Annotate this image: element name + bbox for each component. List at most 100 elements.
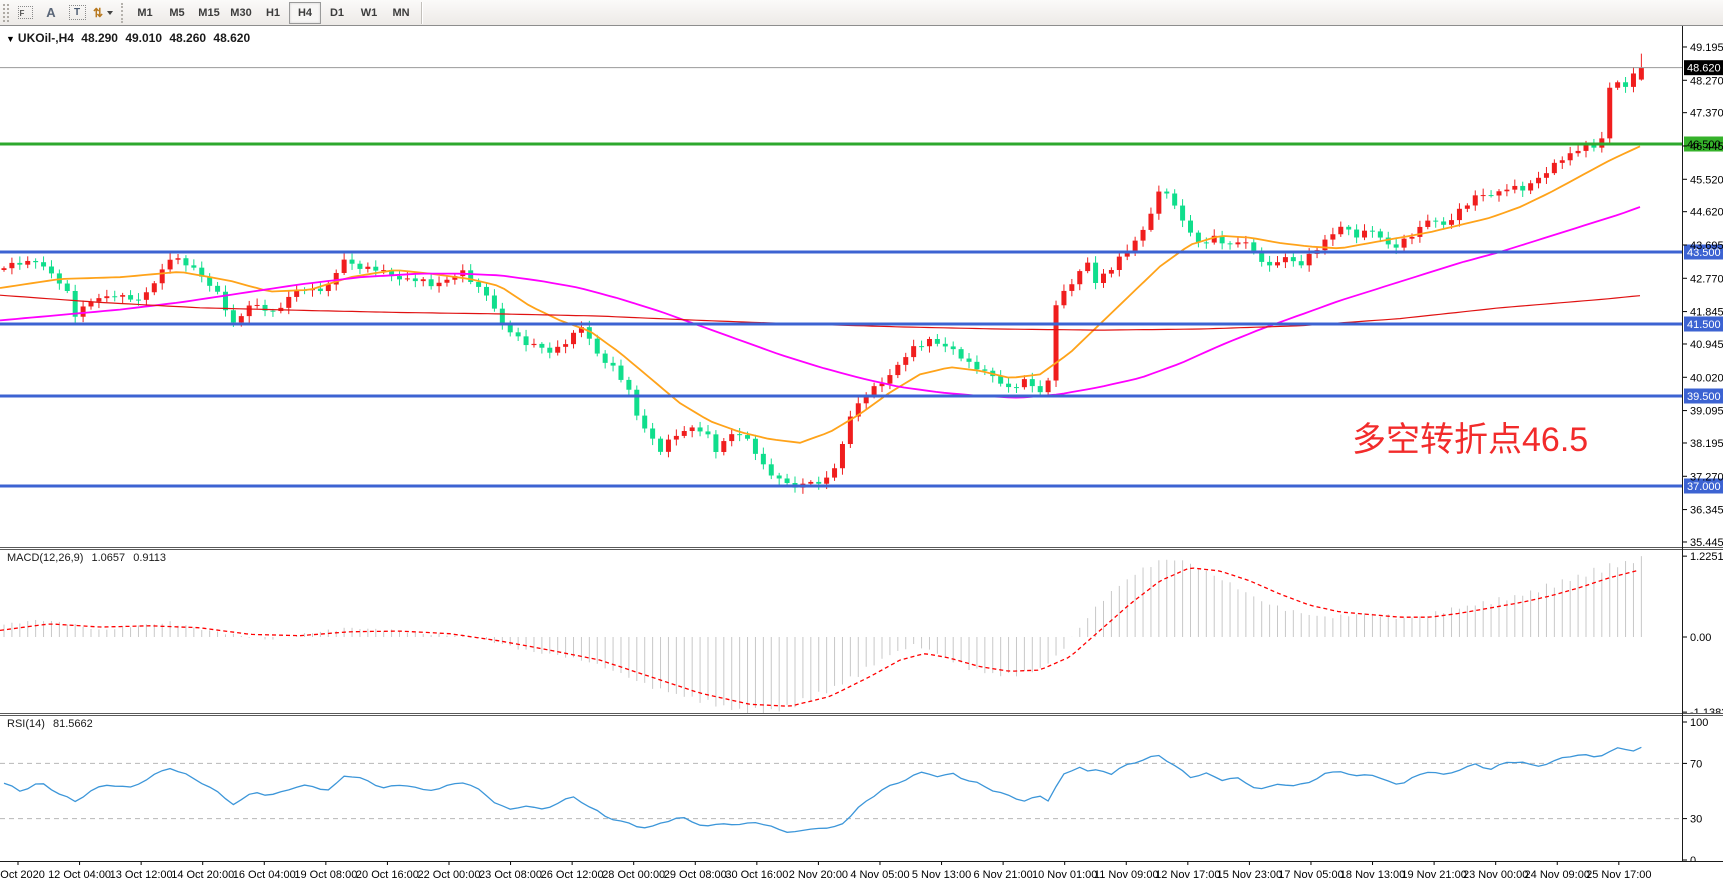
svg-text:36.345: 36.345: [1690, 505, 1723, 517]
macd-panel-canvas[interactable]: 1.22510.00-1.1383: [0, 547, 1723, 713]
svg-text:49.195: 49.195: [1690, 42, 1723, 54]
time-axis-label: 13 Oct 12:00: [110, 869, 173, 881]
time-axis-label: 26 Oct 12:00: [541, 869, 604, 881]
time-axis-label: 30 Oct 16:00: [725, 869, 788, 881]
time-axis-label: 24 Nov 09:00: [1525, 869, 1590, 881]
svg-text:44.620: 44.620: [1690, 207, 1723, 219]
ma-lines-layer: [0, 146, 1640, 443]
rsi-indicator-label: RSI(14) 81.5662: [7, 718, 98, 730]
tab-timeframe-m5[interactable]: M5: [161, 2, 193, 24]
toolbar-drag-handle[interactable]: [2, 3, 9, 23]
rsi-axis-ticks: 10070300: [1682, 717, 1708, 861]
symbol-dropdown-icon[interactable]: ▼: [6, 34, 15, 44]
svg-text:43.695: 43.695: [1690, 240, 1723, 252]
svg-text:41.845: 41.845: [1690, 307, 1723, 319]
svg-text:100: 100: [1690, 717, 1708, 729]
terminal-window: F A T ⇅ M1 M5 M15 M30 H1 H4 D1 W1 MN 46.…: [0, 0, 1723, 893]
time-axis-border: [0, 861, 1723, 862]
time-axis-label: 19 Nov 21:00: [1401, 869, 1466, 881]
tab-timeframe-h4[interactable]: H4: [289, 2, 321, 24]
svg-text:35.445: 35.445: [1690, 537, 1723, 547]
annotation-text: 多空转折点46.5: [1352, 420, 1612, 460]
macd-histogram-layer: [4, 556, 1641, 713]
symbol-name: UKOil-,H4: [18, 31, 74, 45]
toolbar: F A T ⇅ M1 M5 M15 M30 H1 H4 D1 W1 MN: [0, 0, 1723, 26]
ohlc-close: 48.620: [213, 31, 250, 45]
tab-timeframe-mn[interactable]: MN: [385, 2, 417, 24]
rsi-line: [4, 747, 1641, 832]
ma-fast-orange: [0, 146, 1640, 443]
ohlc-high: 49.010: [125, 31, 162, 45]
svg-text:38.195: 38.195: [1690, 438, 1723, 450]
svg-text:48.270: 48.270: [1690, 75, 1723, 87]
macd-axis-ticks: 1.22510.00-1.1383: [1682, 551, 1723, 713]
svg-text:40.020: 40.020: [1690, 372, 1723, 384]
time-axis-label: 6 Nov 21:00: [973, 869, 1032, 881]
macd-signal-value: 0.9113: [133, 552, 166, 564]
ohlc-low: 48.260: [169, 31, 206, 45]
ohlc-open: 48.290: [81, 31, 118, 45]
price-axis-border: [1682, 26, 1683, 861]
frame-tool-button[interactable]: F: [12, 2, 38, 24]
time-axis-label: 25 Nov 17:00: [1586, 869, 1651, 881]
svg-text:48.620: 48.620: [1687, 63, 1721, 75]
tab-timeframe-d1[interactable]: D1: [321, 2, 353, 24]
rsi-value: 81.5662: [53, 718, 93, 730]
time-axis-label: 19 Oct 08:00: [294, 869, 357, 881]
dropdown-caret-icon: [107, 11, 113, 15]
time-axis-label: 23 Nov 00:00: [1463, 869, 1528, 881]
time-axis-label: 10 Nov 01:00: [1032, 869, 1097, 881]
text-box-icon: T: [69, 5, 86, 20]
text-box-tool-button[interactable]: T: [64, 2, 90, 24]
svg-text:37.270: 37.270: [1690, 471, 1723, 483]
svg-text:39.500: 39.500: [1687, 391, 1721, 403]
time-axis-label: 5 Nov 13:00: [912, 869, 971, 881]
time-axis-label: 17 Nov 05:00: [1278, 869, 1343, 881]
main-chart-canvas[interactable]: 46.50043.50041.50039.50037.00048.62049.1…: [0, 26, 1723, 547]
time-axis-label: 11 Nov 09:00: [1094, 869, 1159, 881]
rsi-name: RSI(14): [7, 718, 45, 730]
time-axis-label: 14 Oct 20:00: [171, 869, 234, 881]
svg-text:41.500: 41.500: [1687, 319, 1721, 331]
time-axis-label: 4 Nov 05:00: [850, 869, 909, 881]
panel-separator[interactable]: [0, 547, 1723, 548]
svg-text:1.2251: 1.2251: [1690, 551, 1723, 563]
symbol-header: ▼UKOil-,H4 48.290 49.010 48.260 48.620: [6, 31, 254, 45]
text-label-tool-button[interactable]: A: [38, 2, 64, 24]
svg-text:47.370: 47.370: [1690, 108, 1723, 120]
svg-text:39.095: 39.095: [1690, 406, 1723, 418]
price-axis-ticks: 49.195 48.270 47.370 46.445 45.520 44.620 43.6…: [1682, 42, 1723, 547]
time-axis[interactable]: 9 Oct 202012 Oct 04:0013 Oct 12:0014 Oct…: [0, 861, 1723, 893]
tab-timeframe-m30[interactable]: M30: [225, 2, 257, 24]
panel-separator[interactable]: [0, 713, 1723, 714]
macd-name: MACD(12,26,9): [7, 552, 83, 564]
tab-timeframe-m15[interactable]: M15: [193, 2, 225, 24]
time-axis-label: 29 Oct 08:00: [664, 869, 727, 881]
time-axis-label: 12 Nov 17:00: [1155, 869, 1220, 881]
frame-tool-icon: F: [18, 6, 33, 19]
svg-text:70: 70: [1690, 758, 1702, 770]
text-label-icon: A: [46, 5, 55, 20]
svg-text:46.445: 46.445: [1690, 141, 1723, 153]
time-axis-label: 22 Oct 00:00: [417, 869, 480, 881]
svg-text:0.00: 0.00: [1690, 632, 1711, 644]
time-axis-label: 18 Nov 13:00: [1340, 869, 1405, 881]
time-axis-label: 12 Oct 04:00: [48, 869, 111, 881]
tab-timeframe-h1[interactable]: H1: [257, 2, 289, 24]
toolbar-separator: [121, 3, 124, 23]
panel-separator: [0, 715, 1723, 716]
time-axis-label: 2 Nov 20:00: [789, 869, 848, 881]
ma-mid-magenta: [0, 207, 1640, 398]
svg-text:45.520: 45.520: [1690, 174, 1723, 186]
time-axis-label: 23 Oct 08:00: [479, 869, 542, 881]
time-axis-label: 15 Nov 23:00: [1217, 869, 1282, 881]
toolbar-separator: [421, 2, 423, 24]
arrows-tool-button[interactable]: ⇅: [90, 2, 116, 24]
panel-separator: [0, 549, 1723, 550]
rsi-panel-canvas[interactable]: 10070300: [0, 713, 1723, 861]
tab-timeframe-w1[interactable]: W1: [353, 2, 385, 24]
macd-value: 1.0657: [91, 552, 125, 564]
tab-timeframe-m1[interactable]: M1: [129, 2, 161, 24]
svg-text:30: 30: [1690, 814, 1702, 826]
svg-text:42.770: 42.770: [1690, 273, 1723, 285]
